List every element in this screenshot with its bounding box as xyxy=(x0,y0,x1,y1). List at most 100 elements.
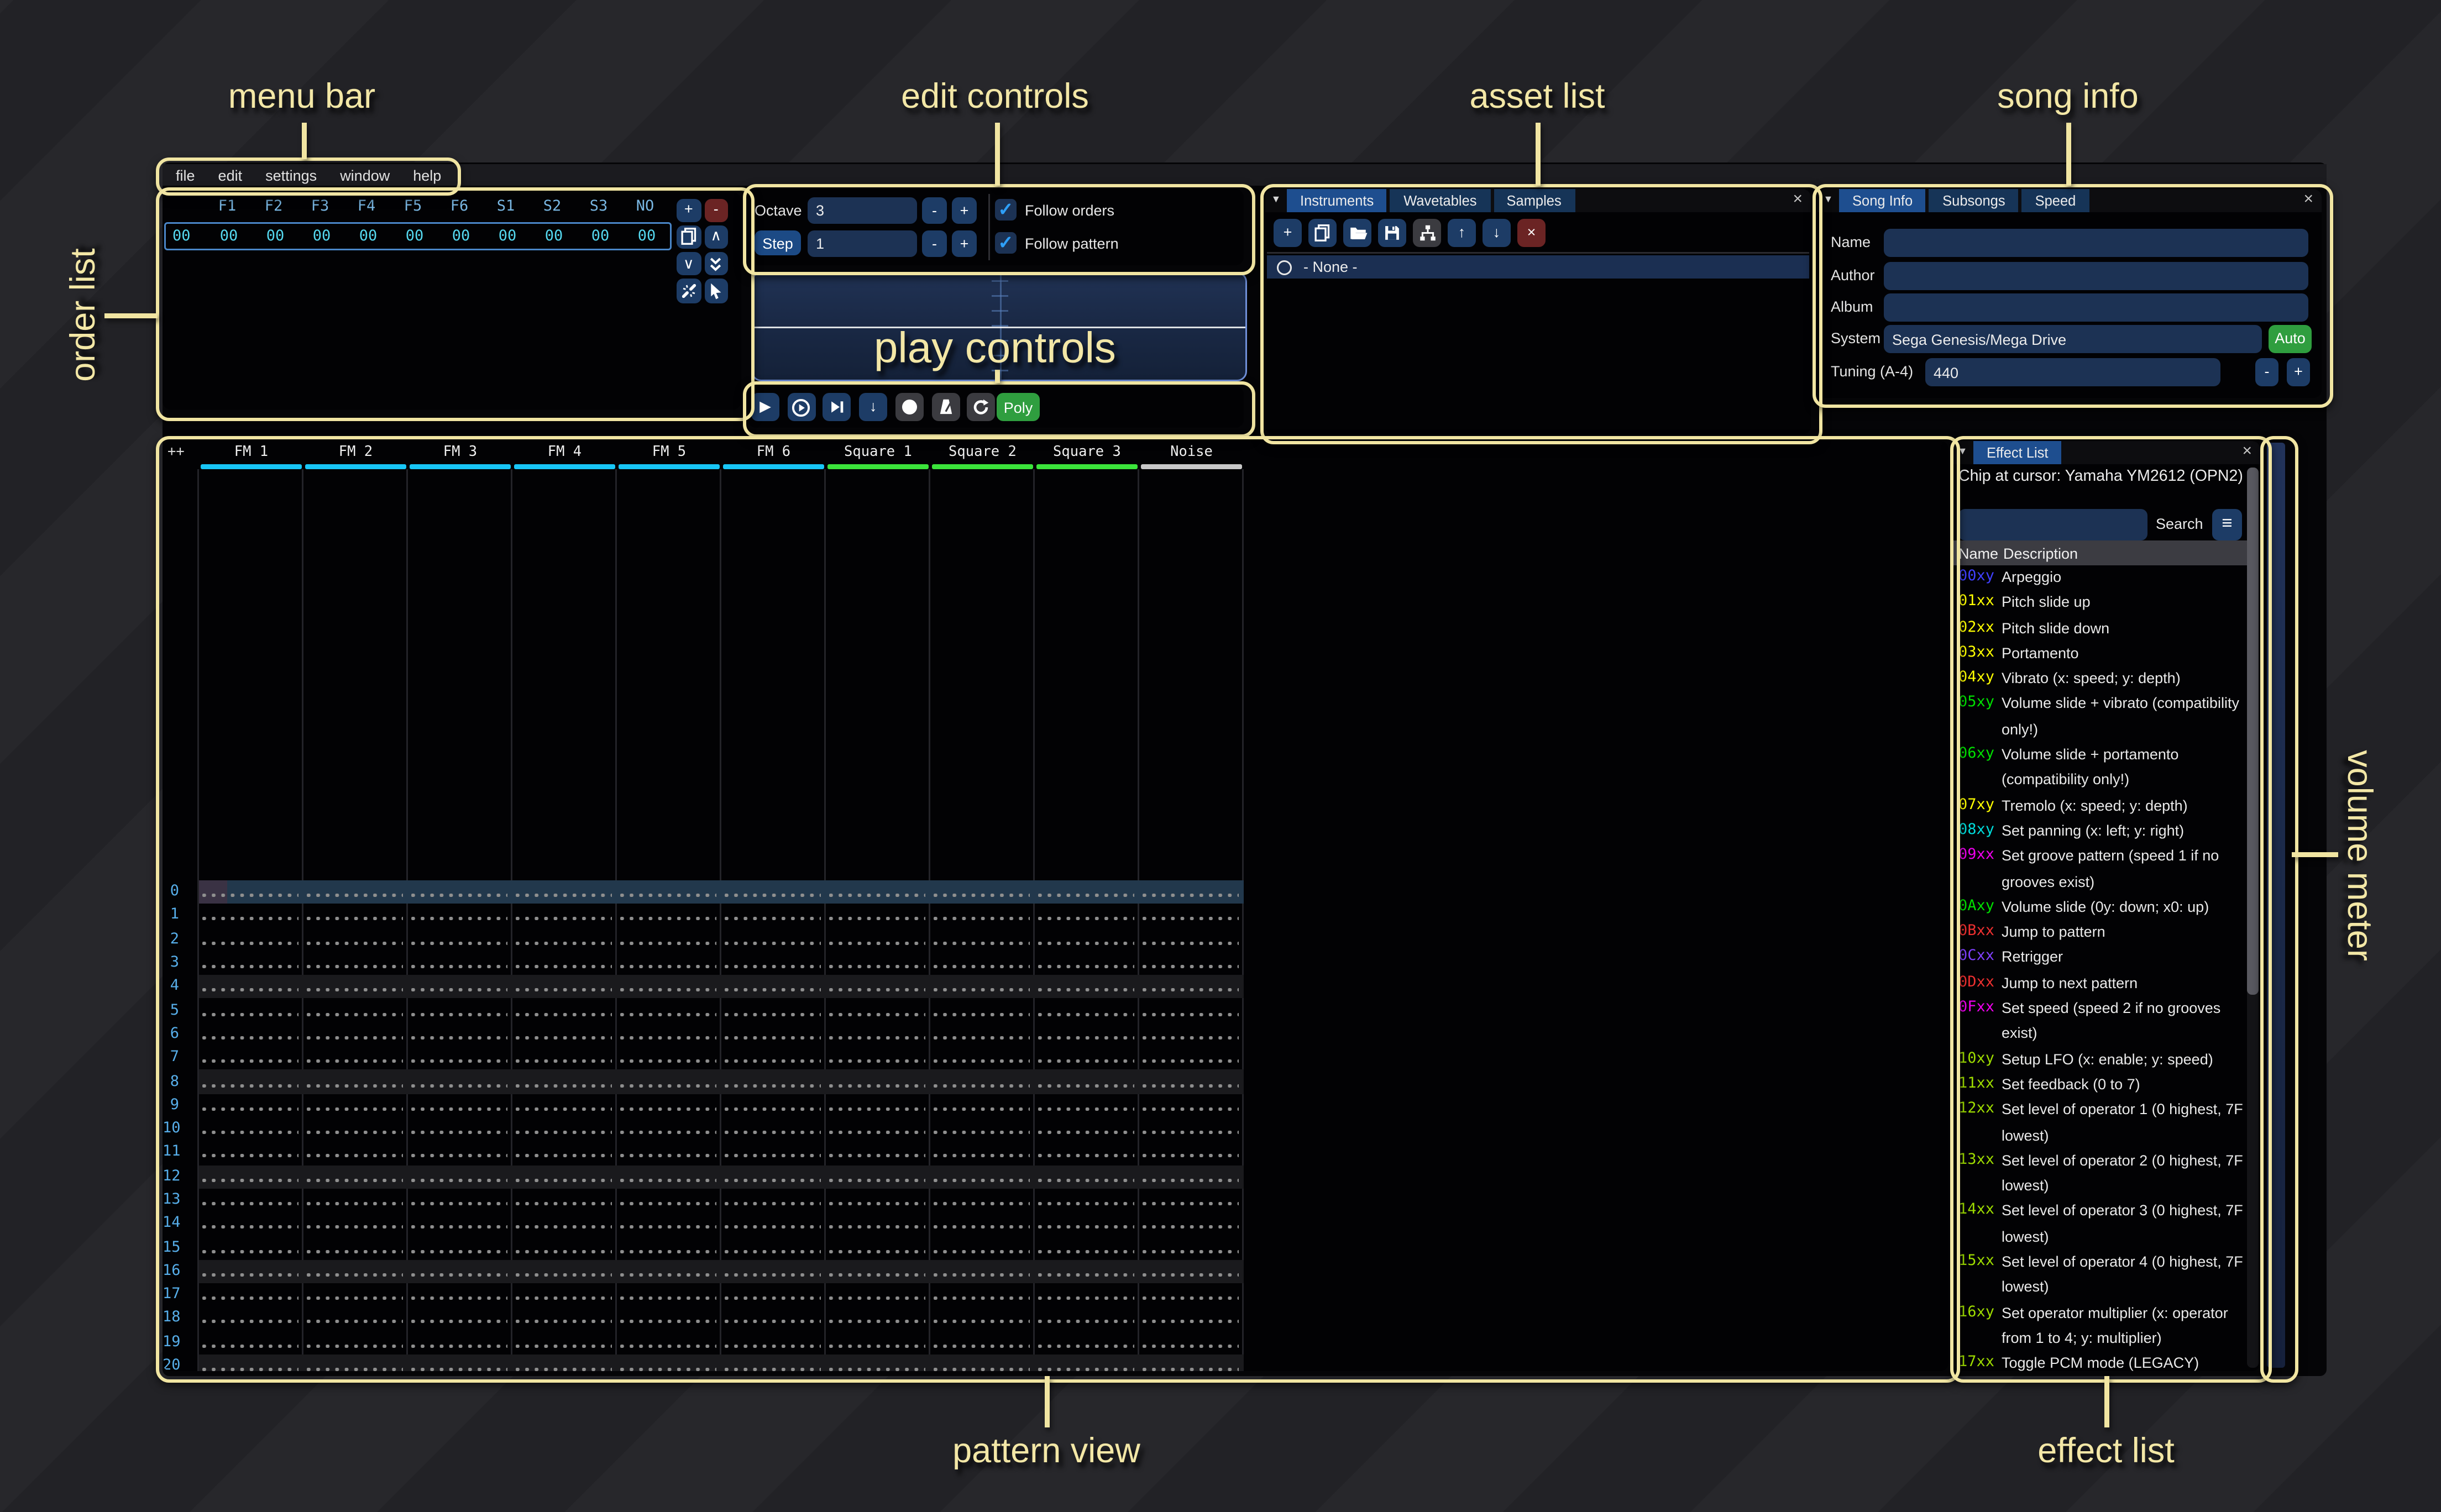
pattern-cell[interactable] xyxy=(303,1307,408,1331)
pattern-cell[interactable] xyxy=(199,1046,303,1070)
step-label[interactable]: Step xyxy=(755,230,801,255)
pattern-cell[interactable] xyxy=(826,1307,930,1331)
pattern-cell[interactable] xyxy=(512,1259,617,1283)
move-asset-up-button[interactable]: ↑ xyxy=(1448,219,1476,247)
pattern-cell[interactable] xyxy=(617,928,721,952)
pattern-cell[interactable] xyxy=(408,1022,512,1046)
effect-row-11xx[interactable]: 11xxSet feedback (0 to 7) xyxy=(1958,1073,2244,1098)
pattern-cell[interactable] xyxy=(930,1070,1035,1094)
channel-header-fm-4[interactable]: FM 4 xyxy=(512,444,617,461)
move-asset-down-button[interactable]: ↓ xyxy=(1483,219,1511,247)
pattern-cell[interactable] xyxy=(1035,1307,1139,1331)
order-cell-F1[interactable]: 00 xyxy=(206,228,252,245)
pattern-cell[interactable] xyxy=(408,1331,512,1355)
effect-row-13xx[interactable]: 13xxSet level of operator 2 (0 highest, … xyxy=(1958,1148,2244,1199)
author-input[interactable] xyxy=(1884,262,2308,290)
pattern-cell[interactable] xyxy=(303,904,408,928)
pattern-cell[interactable] xyxy=(512,1141,617,1165)
pattern-cell[interactable] xyxy=(303,1236,408,1259)
effect-row-0Fxx[interactable]: 0FxxSet speed (speed 2 if no grooves exi… xyxy=(1958,996,2244,1047)
pattern-cell[interactable] xyxy=(1139,904,1244,928)
pattern-cell[interactable] xyxy=(199,1117,303,1141)
effect-row-03xx[interactable]: 03xxPortamento xyxy=(1958,642,2244,667)
pattern-cell[interactable] xyxy=(408,1355,512,1371)
channel-header-square-2[interactable]: Square 2 xyxy=(930,444,1035,461)
pattern-cell[interactable] xyxy=(1035,1283,1139,1307)
channel-header-square-3[interactable]: Square 3 xyxy=(1035,444,1139,461)
pattern-cell[interactable] xyxy=(617,880,721,904)
order-row-selected[interactable]: 0000000000000000000000 xyxy=(164,222,672,250)
pattern-cell[interactable] xyxy=(408,999,512,1022)
pattern-cell[interactable] xyxy=(303,1331,408,1355)
pattern-cell[interactable] xyxy=(1035,1236,1139,1259)
pattern-cell[interactable] xyxy=(826,880,930,904)
pattern-cell[interactable] xyxy=(826,1189,930,1212)
pattern-cell[interactable] xyxy=(1035,1094,1139,1117)
order-cell-F4[interactable]: 00 xyxy=(345,228,391,245)
order-cell-S3[interactable]: 00 xyxy=(577,228,624,245)
order-add-button[interactable]: + xyxy=(677,198,701,223)
channel-header-fm-2[interactable]: FM 2 xyxy=(303,444,408,461)
pattern-cell[interactable] xyxy=(721,1046,826,1070)
pattern-cell[interactable] xyxy=(1035,904,1139,928)
pattern-cell[interactable] xyxy=(617,1307,721,1331)
pattern-cell[interactable] xyxy=(617,1259,721,1283)
pattern-cell[interactable] xyxy=(1139,1022,1244,1046)
follow-orders-checkbox[interactable]: ✓ xyxy=(995,199,1017,221)
pattern-cell[interactable] xyxy=(721,1236,826,1259)
pattern-cell[interactable] xyxy=(617,1165,721,1189)
step-down-button[interactable]: ↓ xyxy=(859,393,887,421)
pattern-cell[interactable] xyxy=(826,928,930,952)
pattern-cell[interactable] xyxy=(408,1070,512,1094)
asset-tab-instruments[interactable]: Instruments xyxy=(1287,189,1387,212)
order-move-up-button[interactable]: ∧ xyxy=(704,225,729,249)
tuning-input[interactable]: 440 xyxy=(1925,358,2220,386)
pattern-cell[interactable] xyxy=(1035,1022,1139,1046)
pattern-cell[interactable] xyxy=(1035,1331,1139,1355)
effect-row-09xx[interactable]: 09xxSet groove pattern (speed 1 if no gr… xyxy=(1958,844,2244,895)
pattern-cell[interactable] xyxy=(617,1046,721,1070)
pattern-cell[interactable] xyxy=(408,975,512,999)
pattern-cell[interactable] xyxy=(930,880,1035,904)
pattern-cell[interactable] xyxy=(512,1117,617,1141)
effect-row-15xx[interactable]: 15xxSet level of operator 4 (0 highest, … xyxy=(1958,1250,2244,1301)
song-info-close-icon[interactable]: × xyxy=(2303,191,2313,211)
effect-row-10xy[interactable]: 10xySetup LFO (x: enable; y: speed) xyxy=(1958,1047,2244,1073)
pattern-cell[interactable] xyxy=(617,1355,721,1371)
pattern-cell[interactable] xyxy=(199,1236,303,1259)
order-change-mode-button[interactable] xyxy=(677,279,701,303)
step-input[interactable]: 1 xyxy=(808,230,917,257)
pattern-cell[interactable] xyxy=(199,1094,303,1117)
effect-list-collapse-icon[interactable]: ▼ xyxy=(1952,441,1973,464)
order-cell-NO[interactable]: 00 xyxy=(624,228,670,245)
pattern-cell[interactable] xyxy=(826,1259,930,1283)
octave-decrease-button[interactable]: - xyxy=(922,197,947,224)
effect-row-07xy[interactable]: 07xyTremolo (x: speed; y: depth) xyxy=(1958,794,2244,819)
order-cell-S1[interactable]: 00 xyxy=(484,228,531,245)
pattern-cell[interactable] xyxy=(1035,928,1139,952)
pattern-cell[interactable] xyxy=(930,952,1035,975)
menu-item-settings[interactable]: settings xyxy=(265,167,317,183)
pattern-cell[interactable] xyxy=(1139,1094,1244,1117)
pattern-cell[interactable] xyxy=(1139,880,1244,904)
pattern-cell[interactable] xyxy=(408,1283,512,1307)
channel-header-fm-1[interactable]: FM 1 xyxy=(199,444,303,461)
effect-row-05xy[interactable]: 05xyVolume slide + vibrato (compatibilit… xyxy=(1958,692,2244,743)
asset-list-close-icon[interactable]: × xyxy=(1793,191,1803,211)
effect-list-scrollbar[interactable] xyxy=(2247,468,2259,1368)
pattern-cell[interactable] xyxy=(1139,975,1244,999)
pattern-cell[interactable] xyxy=(930,1046,1035,1070)
pattern-cell[interactable] xyxy=(512,928,617,952)
pattern-cell[interactable] xyxy=(721,904,826,928)
asset-tab-samples[interactable]: Samples xyxy=(1494,189,1575,212)
pattern-cell[interactable] xyxy=(1035,1046,1139,1070)
pattern-cell[interactable] xyxy=(408,952,512,975)
song-info-tab-speed[interactable]: Speed xyxy=(2022,189,2089,212)
pattern-cell[interactable] xyxy=(303,1046,408,1070)
pattern-cell[interactable] xyxy=(1035,999,1139,1022)
pattern-cell[interactable] xyxy=(1139,1212,1244,1236)
save-asset-button[interactable] xyxy=(1378,219,1406,247)
effect-list-tab-effect-list[interactable]: Effect List xyxy=(1973,441,2062,464)
pattern-cell[interactable] xyxy=(617,1283,721,1307)
play-one-row-button[interactable] xyxy=(823,393,851,421)
